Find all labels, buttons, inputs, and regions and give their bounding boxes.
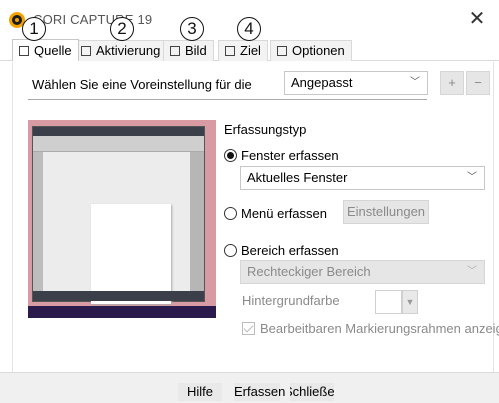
callout-2: 2 bbox=[110, 17, 134, 41]
chevron-down-icon: ﹀ bbox=[410, 77, 420, 88]
window-type-select[interactable]: Aktuelles Fenster ﹀ bbox=[240, 166, 485, 190]
window-capture-option[interactable]: Fenster erfassen bbox=[224, 148, 339, 163]
tab-optionen[interactable]: Optionen bbox=[270, 40, 352, 61]
image-icon bbox=[170, 46, 180, 56]
close-button[interactable]: Schließen bbox=[290, 383, 334, 401]
preview-taskbar bbox=[28, 306, 216, 318]
tab-label: Bild bbox=[185, 43, 207, 58]
source-icon bbox=[19, 45, 29, 56]
tab-label: Ziel bbox=[240, 43, 261, 58]
preset-label: Wählen Sie eine Voreinstellung für die bbox=[32, 77, 252, 92]
window-capture-radio[interactable] bbox=[224, 149, 237, 162]
tab-label: Optionen bbox=[292, 43, 345, 58]
window-capture-label: Fenster erfassen bbox=[241, 148, 339, 163]
region-type-select[interactable]: Rechteckiger Bereich ﹀ bbox=[240, 260, 485, 284]
menu-capture-option[interactable]: Menü erfassen bbox=[224, 206, 327, 221]
capture-preview bbox=[28, 120, 216, 318]
tab-label: Quelle bbox=[34, 42, 72, 58]
remove-preset-button[interactable]: − bbox=[466, 71, 490, 95]
tab-quelle[interactable]: Quelle bbox=[12, 39, 79, 61]
capture-type-heading: Erfassungstyp bbox=[224, 122, 307, 137]
destination-icon bbox=[225, 46, 235, 56]
preset-select[interactable]: Angepasst ﹀ bbox=[284, 71, 428, 95]
background-color-label: Hintergrundfarbe bbox=[242, 293, 340, 308]
region-capture-option[interactable]: Bereich erfassen bbox=[224, 243, 339, 258]
tab-bild[interactable]: Bild bbox=[163, 40, 214, 61]
window-title: CORI CAPTURE 19 bbox=[33, 12, 153, 27]
region-capture-label: Bereich erfassen bbox=[241, 243, 339, 258]
chevron-down-icon: ﹀ bbox=[467, 172, 477, 183]
region-capture-radio[interactable] bbox=[224, 244, 237, 257]
options-icon bbox=[277, 46, 287, 56]
callout-1: 1 bbox=[22, 17, 46, 41]
tab-bar: Quelle Aktivierung Bild Ziel Optionen bbox=[0, 39, 499, 61]
editable-frame-checkbox[interactable] bbox=[242, 322, 255, 335]
callout-3: 3 bbox=[180, 17, 204, 41]
region-type-value: Rechteckiger Bereich bbox=[247, 264, 371, 279]
chevron-down-icon: ﹀ bbox=[467, 266, 477, 277]
tab-ziel[interactable]: Ziel bbox=[218, 40, 268, 61]
background-color-swatch[interactable] bbox=[375, 290, 402, 314]
tab-aktivierung[interactable]: Aktivierung bbox=[74, 40, 168, 61]
settings-button[interactable]: Einstellungen bbox=[343, 200, 429, 224]
preset-value: Angepasst bbox=[291, 75, 353, 90]
preview-page bbox=[91, 204, 171, 304]
editable-frame-option[interactable]: Bearbeitbaren Markierungsrahmen anzeigen bbox=[242, 321, 499, 336]
callout-4: 4 bbox=[237, 17, 261, 41]
activation-icon bbox=[81, 46, 91, 56]
close-icon[interactable]: ✕ bbox=[465, 7, 489, 31]
menu-capture-radio[interactable] bbox=[224, 207, 237, 220]
window-type-value: Aktuelles Fenster bbox=[247, 170, 348, 185]
tab-label: Aktivierung bbox=[96, 43, 161, 58]
divider bbox=[28, 99, 427, 100]
editable-frame-label: Bearbeitbaren Markierungsrahmen anzeigen bbox=[260, 321, 499, 336]
capture-button[interactable]: Erfassen bbox=[234, 383, 285, 401]
add-preset-button[interactable]: + bbox=[440, 71, 464, 95]
menu-capture-label: Menü erfassen bbox=[241, 206, 327, 221]
background-color-dropdown[interactable]: ▼ bbox=[402, 290, 418, 314]
preview-window bbox=[32, 126, 205, 304]
help-button[interactable]: Hilfe bbox=[178, 383, 222, 401]
